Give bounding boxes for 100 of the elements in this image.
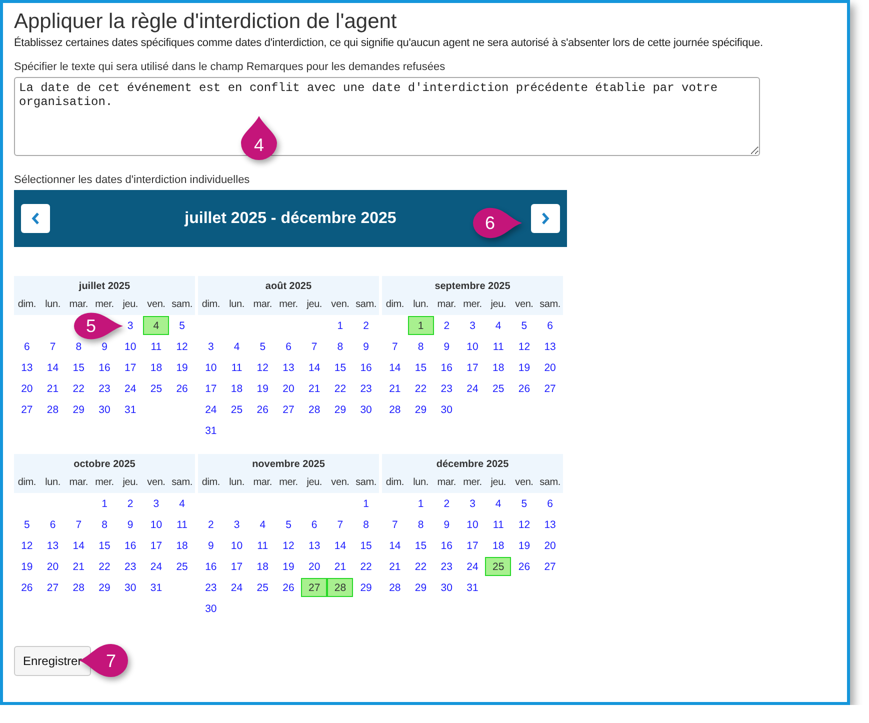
calendar-day[interactable]: 17 — [198, 379, 224, 398]
calendar-day[interactable]: 4 — [224, 337, 250, 356]
calendar-day[interactable]: 26 — [250, 400, 276, 419]
calendar-day[interactable]: 14 — [327, 536, 354, 555]
calendar-day[interactable]: 29 — [408, 578, 434, 597]
calendar-day[interactable]: 17 — [143, 536, 170, 555]
calendar-day[interactable]: 3 — [198, 337, 224, 356]
calendar-day[interactable]: 16 — [198, 557, 224, 576]
calendar-day[interactable]: 7 — [382, 337, 408, 356]
calendar-day[interactable]: 19 — [511, 358, 538, 377]
calendar-day[interactable]: 18 — [143, 358, 170, 377]
calendar-day[interactable]: 16 — [117, 536, 144, 555]
calendar-day[interactable]: 21 — [66, 557, 92, 576]
calendar-day[interactable]: 24 — [224, 578, 250, 597]
calendar-day[interactable]: 27 — [537, 379, 563, 398]
calendar-day[interactable]: 26 — [511, 557, 538, 576]
calendar-day[interactable]: 29 — [66, 400, 92, 419]
calendar-day[interactable]: 15 — [327, 358, 354, 377]
calendar-day[interactable]: 15 — [408, 536, 434, 555]
calendar-day[interactable]: 1 — [327, 316, 354, 335]
calendar-day[interactable]: 1 — [92, 494, 118, 513]
calendar-day[interactable]: 20 — [537, 536, 563, 555]
calendar-day[interactable]: 29 — [353, 578, 379, 597]
calendar-day[interactable]: 2 — [117, 494, 144, 513]
calendar-day[interactable]: 19 — [276, 557, 302, 576]
calendar-day[interactable]: 6 — [40, 515, 66, 534]
calendar-day[interactable]: 4 — [143, 316, 170, 335]
calendar-day[interactable]: 11 — [224, 358, 250, 377]
calendar-day[interactable]: 30 — [434, 400, 460, 419]
calendar-day[interactable]: 9 — [353, 337, 379, 356]
calendar-day[interactable]: 23 — [434, 557, 460, 576]
calendar-day[interactable]: 12 — [511, 337, 538, 356]
calendar-day[interactable]: 3 — [117, 316, 144, 335]
calendar-day[interactable]: 3 — [460, 316, 486, 335]
calendar-day[interactable]: 14 — [40, 358, 66, 377]
calendar-day[interactable]: 17 — [460, 358, 486, 377]
calendar-day[interactable]: 7 — [40, 337, 66, 356]
calendar-day[interactable]: 30 — [92, 400, 118, 419]
calendar-day[interactable]: 6 — [537, 494, 563, 513]
calendar-day[interactable]: 14 — [382, 358, 408, 377]
calendar-day[interactable]: 6 — [301, 515, 328, 534]
calendar-day[interactable]: 4 — [250, 515, 276, 534]
calendar-day[interactable]: 28 — [40, 400, 66, 419]
calendar-day[interactable]: 28 — [327, 578, 354, 597]
calendar-day[interactable]: 13 — [14, 358, 40, 377]
calendar-day[interactable]: 23 — [92, 379, 118, 398]
calendar-day[interactable]: 24 — [460, 557, 486, 576]
calendar-day[interactable]: 24 — [143, 557, 170, 576]
calendar-day[interactable]: 27 — [14, 400, 40, 419]
calendar-day[interactable]: 23 — [117, 557, 144, 576]
calendar-day[interactable]: 15 — [92, 536, 118, 555]
calendar-day[interactable]: 26 — [276, 578, 302, 597]
calendar-day[interactable]: 8 — [327, 337, 354, 356]
save-button[interactable]: Enregistrer — [14, 646, 91, 676]
calendar-day[interactable]: 21 — [382, 557, 408, 576]
calendar-day[interactable]: 18 — [169, 536, 195, 555]
calendar-day[interactable]: 23 — [434, 379, 460, 398]
calendar-day[interactable]: 14 — [66, 536, 92, 555]
previous-button[interactable] — [21, 204, 50, 233]
calendar-day[interactable]: 8 — [92, 515, 118, 534]
calendar-day[interactable]: 20 — [301, 557, 328, 576]
calendar-day[interactable]: 22 — [408, 379, 434, 398]
calendar-day[interactable]: 3 — [143, 494, 170, 513]
calendar-day[interactable]: 26 — [511, 379, 538, 398]
calendar-day[interactable]: 16 — [434, 536, 460, 555]
calendar-day[interactable]: 22 — [92, 557, 118, 576]
calendar-day[interactable]: 19 — [14, 557, 40, 576]
calendar-day[interactable]: 3 — [224, 515, 250, 534]
calendar-day[interactable]: 12 — [250, 358, 276, 377]
calendar-day[interactable]: 9 — [434, 515, 460, 534]
calendar-day[interactable]: 7 — [327, 515, 354, 534]
calendar-day[interactable]: 25 — [250, 578, 276, 597]
calendar-day[interactable]: 20 — [537, 358, 563, 377]
calendar-day[interactable]: 6 — [537, 316, 563, 335]
calendar-day[interactable]: 24 — [198, 400, 224, 419]
calendar-day[interactable]: 13 — [40, 536, 66, 555]
calendar-day[interactable]: 26 — [169, 379, 195, 398]
calendar-day[interactable]: 28 — [66, 578, 92, 597]
calendar-day[interactable]: 18 — [250, 557, 276, 576]
calendar-day[interactable]: 9 — [198, 536, 224, 555]
calendar-day[interactable]: 25 — [485, 557, 512, 576]
calendar-day[interactable]: 6 — [276, 337, 302, 356]
calendar-day[interactable]: 27 — [301, 578, 328, 597]
calendar-day[interactable]: 13 — [537, 515, 563, 534]
calendar-day[interactable]: 3 — [460, 494, 486, 513]
calendar-day[interactable]: 16 — [92, 358, 118, 377]
calendar-day[interactable]: 19 — [250, 379, 276, 398]
calendar-day[interactable]: 30 — [198, 599, 224, 618]
calendar-day[interactable]: 29 — [408, 400, 434, 419]
calendar-day[interactable]: 15 — [408, 358, 434, 377]
calendar-day[interactable]: 22 — [66, 379, 92, 398]
calendar-day[interactable]: 5 — [250, 337, 276, 356]
calendar-day[interactable]: 10 — [198, 358, 224, 377]
calendar-day[interactable]: 6 — [14, 337, 40, 356]
calendar-day[interactable]: 4 — [169, 494, 195, 513]
calendar-day[interactable]: 9 — [117, 515, 144, 534]
next-button[interactable] — [530, 204, 560, 233]
calendar-day[interactable]: 22 — [408, 557, 434, 576]
calendar-day[interactable]: 31 — [198, 421, 224, 440]
calendar-day[interactable]: 5 — [511, 494, 538, 513]
